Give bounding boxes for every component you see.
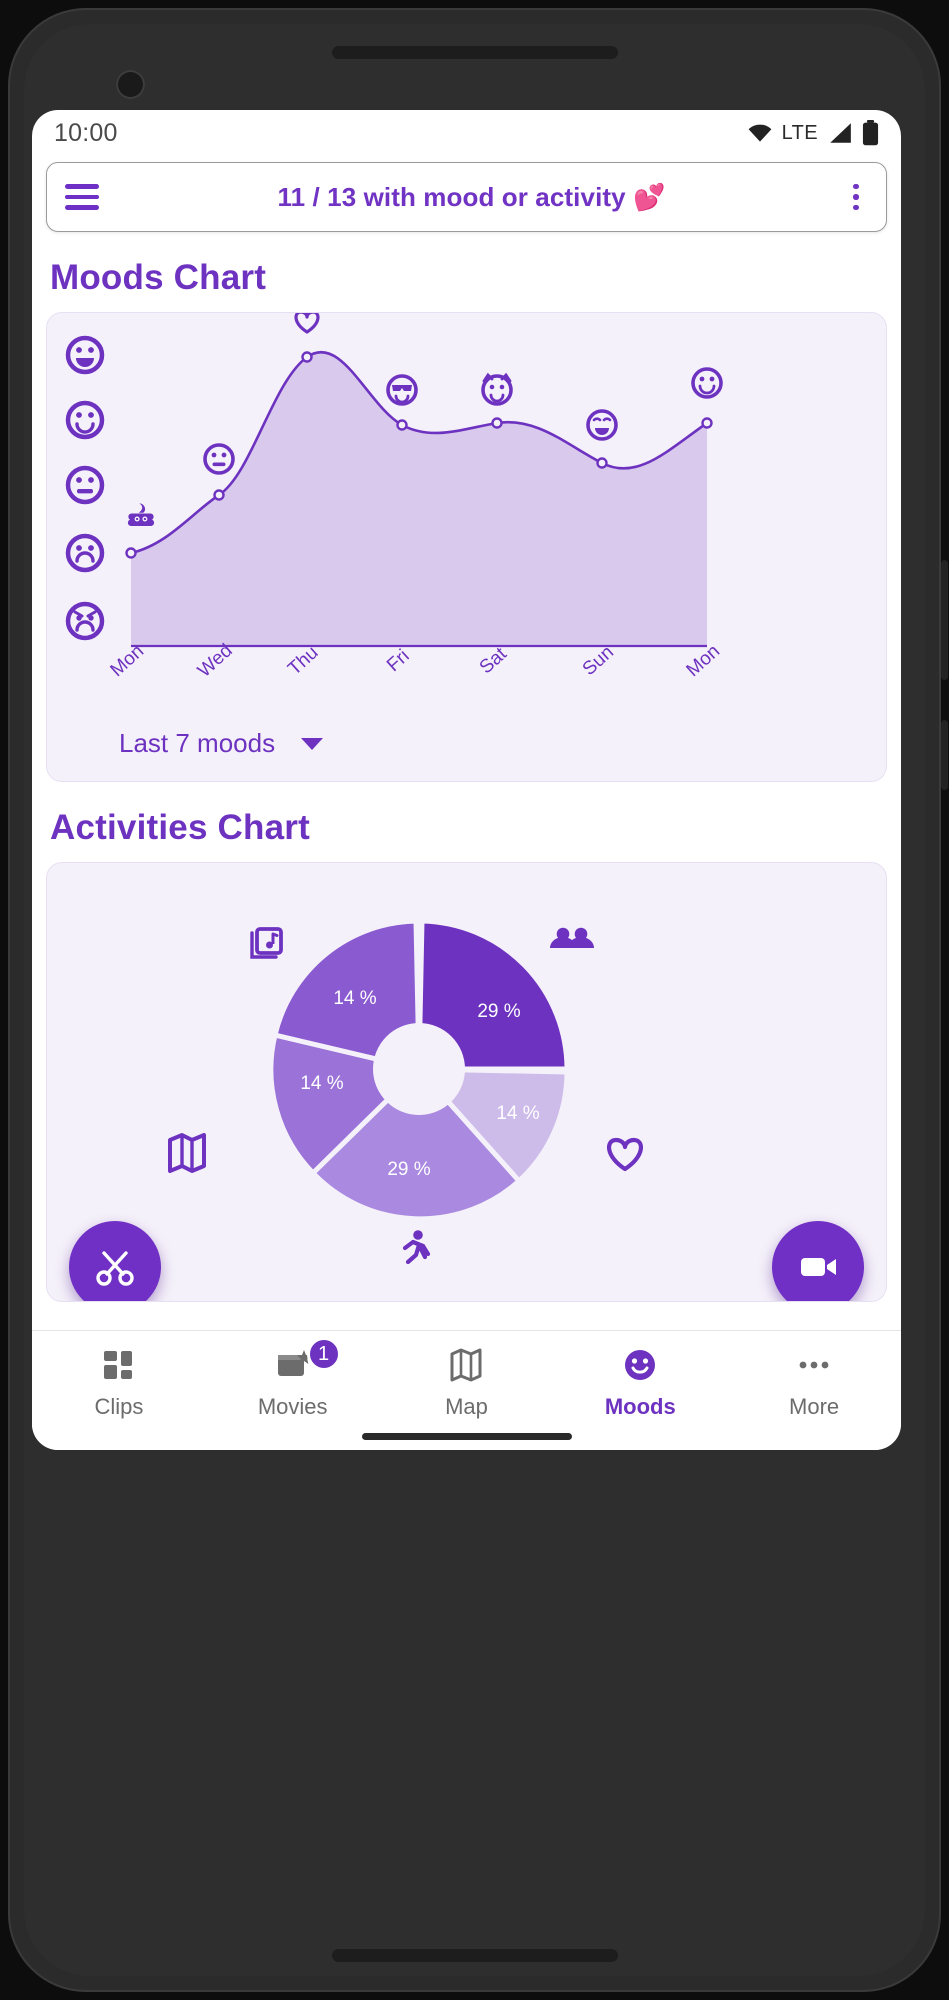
- pie-label-music: 14 %: [333, 988, 376, 1009]
- smiley-icon: [625, 1350, 656, 1380]
- y-axis-icon-very-happy: [65, 335, 105, 375]
- moods-chart-title: Moods Chart: [50, 258, 267, 297]
- music-library-icon: [250, 927, 283, 959]
- earpiece-speaker: [331, 46, 618, 59]
- pie-label-map: 14 %: [300, 1073, 343, 1094]
- more-horizontal-icon: [799, 1361, 829, 1369]
- moods-chart-card[interactable]: Mon Wed Thu Fri Sat Sun Mon Last 7 moods: [46, 310, 888, 782]
- toolbar-container: 11 / 13 with mood or activity 💕: [32, 156, 901, 232]
- nav-item-map[interactable]: Map: [380, 1345, 554, 1420]
- status-time: 10:00: [54, 118, 118, 147]
- mood-range-selector[interactable]: Last 7 moods: [119, 728, 324, 759]
- movies-badge: 1: [306, 1337, 341, 1371]
- nav-item-moods[interactable]: Moods: [553, 1345, 727, 1420]
- wifi-icon: [748, 124, 771, 142]
- map-icon-activity: [168, 1133, 206, 1173]
- front-camera: [116, 70, 145, 99]
- power-button[interactable]: [941, 720, 948, 790]
- pie-label-people: 29 %: [477, 1001, 520, 1022]
- grid-clips-icon: [103, 1351, 132, 1379]
- y-axis-icon-neutral: [65, 465, 105, 505]
- hamburger-menu-icon[interactable]: [65, 184, 99, 210]
- annotation-heart-outline-icon: [294, 310, 320, 334]
- nav-label-map: Map: [445, 1394, 488, 1419]
- people-group-icon: [550, 927, 594, 948]
- video-camera-icon: [801, 1258, 836, 1276]
- activities-pie-chart[interactable]: 29 % 14 % 29 % 14 % 14 %: [47, 863, 887, 1301]
- nav-label-clips: Clips: [94, 1394, 144, 1419]
- chevron-down-icon[interactable]: [301, 737, 324, 750]
- pie-label-heart: 14 %: [496, 1103, 539, 1124]
- x-tick-5: Sun: [579, 642, 618, 680]
- nav-label-movies: Movies: [257, 1394, 328, 1419]
- record-video-fab[interactable]: [772, 1221, 864, 1301]
- signal-icon: [830, 123, 851, 143]
- moods-area-chart[interactable]: Mon Wed Thu Fri Sat Sun Mon: [47, 310, 888, 713]
- app-toolbar[interactable]: 11 / 13 with mood or activity 💕: [46, 162, 887, 232]
- annotation-devil-face-icon: [481, 372, 513, 406]
- bottom-navigation: Clips 1 Movies Map Moods More: [32, 1330, 901, 1450]
- mood-range-label: Last 7 moods: [119, 728, 276, 758]
- status-bar: 10:00 LTE: [32, 110, 901, 156]
- nav-item-movies[interactable]: 1 Movies: [206, 1337, 380, 1420]
- annotation-happy-face-icon: [691, 367, 723, 399]
- bottom-speaker: [331, 1949, 618, 1962]
- running-person-icon: [402, 1230, 431, 1265]
- y-axis-icon-sad: [65, 533, 105, 573]
- nav-item-clips[interactable]: Clips: [32, 1345, 206, 1420]
- y-axis-icon-happy: [65, 400, 105, 440]
- x-tick-4: Sat: [476, 643, 512, 678]
- nav-item-more[interactable]: More: [727, 1345, 901, 1420]
- x-tick-2: Thu: [284, 642, 322, 680]
- annotation-smiling-face-icon: [586, 409, 618, 441]
- pie-label-running: 29 %: [387, 1159, 430, 1180]
- activities-chart-card[interactable]: 29 % 14 % 29 % 14 % 14 %: [46, 862, 887, 1302]
- network-label: LTE: [781, 121, 818, 144]
- activities-chart-title: Activities Chart: [50, 808, 310, 847]
- poop-emoji-icon: [127, 503, 155, 527]
- screenshot-root: 10:00 LTE 11 / 13 with mood or activity …: [0, 0, 949, 2000]
- pie-donut-hole: [373, 1023, 465, 1115]
- y-axis-icon-angry: [65, 601, 105, 641]
- annotation-neutral-face-icon: [203, 443, 235, 475]
- heart-outline-icon-activity: [607, 1137, 643, 1172]
- nav-label-more: More: [789, 1394, 840, 1419]
- map-icon: [450, 1348, 482, 1382]
- x-tick-3: Fri: [383, 646, 414, 676]
- toolbar-title: 11 / 13 with mood or activity 💕: [277, 181, 666, 212]
- annotation-cool-sunglasses-face-icon: [386, 374, 418, 406]
- nav-label-moods: Moods: [604, 1394, 676, 1419]
- scissors-icon: [96, 1251, 134, 1286]
- cut-clip-fab[interactable]: [69, 1221, 161, 1301]
- status-icons: LTE: [747, 120, 879, 146]
- home-indicator: [361, 1433, 572, 1440]
- more-vertical-icon[interactable]: [844, 183, 868, 211]
- phone-screen: 10:00 LTE 11 / 13 with mood or activity …: [32, 110, 901, 1450]
- volume-button[interactable]: [941, 560, 948, 680]
- battery-icon: [862, 120, 879, 146]
